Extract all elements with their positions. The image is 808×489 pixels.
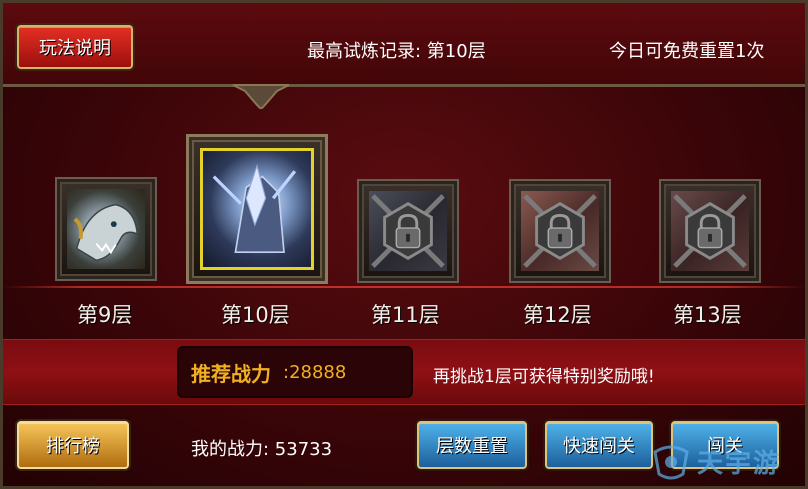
lock-icon xyxy=(371,194,445,268)
dragon-portrait xyxy=(67,189,145,269)
floor-label-10: 第10层 xyxy=(221,303,290,327)
leaderboard-button[interactable]: 排行榜 xyxy=(17,421,129,469)
floor-tile-12[interactable] xyxy=(511,181,609,281)
rules-button[interactable]: 玩法说明 xyxy=(17,25,133,69)
reward-tip: 再挑战1层可获得特别奖励哦! xyxy=(433,367,655,387)
best-record: 最高试炼记录: 第10层 xyxy=(307,41,486,62)
floor-tile-9[interactable] xyxy=(57,179,155,279)
quick-clear-label: 快速闯关 xyxy=(563,436,635,457)
locked-portrait xyxy=(369,191,447,271)
floor-divider xyxy=(3,286,805,288)
floor-label-12: 第12层 xyxy=(523,303,592,327)
free-reset-count: 今日可免费重置1次 xyxy=(609,41,765,62)
watermark-logo-icon xyxy=(653,445,689,479)
floor-label-11: 第11层 xyxy=(371,303,440,327)
reset-floors-button[interactable]: 层数重置 xyxy=(417,421,527,469)
floor-label-13: 第13层 xyxy=(673,303,742,327)
locked-portrait xyxy=(521,191,599,271)
my-power: 我的战力: 53733 xyxy=(191,439,333,460)
header-ornament xyxy=(232,84,290,109)
recommended-power-label: 推荐战力 xyxy=(191,361,271,386)
recommended-power-value: :28888 xyxy=(283,361,347,383)
rules-button-label: 玩法说明 xyxy=(39,38,111,59)
leaderboard-button-label: 排行榜 xyxy=(46,436,100,457)
watermark-text: 天宇游 xyxy=(697,449,782,479)
watermark: 天宇游 xyxy=(651,443,781,480)
locked-portrait xyxy=(671,191,749,271)
floor-label-9: 第9层 xyxy=(77,303,133,327)
game-screen: 玩法说明 最高试炼记录: 第10层 今日可免费重置1次 第9层 第10层 第11… xyxy=(0,0,808,489)
recommended-power-box: 推荐战力 :28888 xyxy=(177,346,413,398)
warrior-portrait xyxy=(200,148,314,270)
floor-tile-11[interactable] xyxy=(359,181,457,281)
quick-clear-button[interactable]: 快速闯关 xyxy=(545,421,653,469)
floor-tile-13[interactable] xyxy=(661,181,759,281)
floor-tile-10[interactable] xyxy=(189,137,325,281)
reset-floors-label: 层数重置 xyxy=(436,436,508,457)
lock-icon xyxy=(673,194,747,268)
lock-icon xyxy=(523,194,597,268)
